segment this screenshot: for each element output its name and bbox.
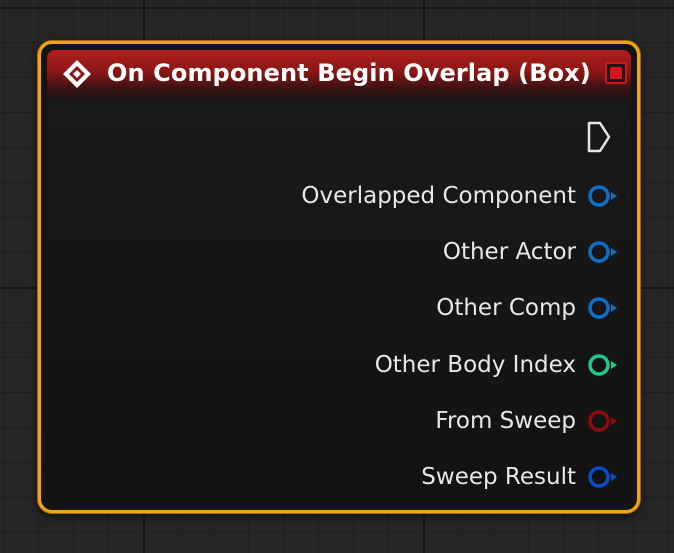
object-pin-icon[interactable] [586,183,620,209]
pin-label: Sweep Result [421,464,576,490]
struct-pin-icon[interactable] [586,464,620,490]
object-pin-icon[interactable] [586,295,620,321]
object-pin-icon[interactable] [586,239,620,265]
pin-row-other-body-index[interactable]: Other Body Index [375,350,620,380]
pin-label: From Sweep [435,408,576,434]
node-title: On Component Begin Overlap (Box) [107,59,591,87]
pin-row-from-sweep[interactable]: From Sweep [435,406,620,436]
exec-output-pin-icon[interactable] [586,120,612,154]
pin-row-other-actor[interactable]: Other Actor [443,237,620,267]
event-node-body: On Component Begin Overlap (Box) Overlap… [47,50,631,504]
boolean-pin-icon[interactable] [586,408,620,434]
delegate-pin-icon[interactable] [605,62,627,84]
pin-row-other-comp[interactable]: Other Comp [436,293,620,323]
event-diamond-icon [63,60,91,88]
pin-row-overlapped-component[interactable]: Overlapped Component [301,181,620,211]
node-header[interactable]: On Component Begin Overlap (Box) [47,50,631,98]
pin-label: Other Actor [442,239,576,265]
pin-label: Other Comp [436,295,576,321]
integer-pin-icon[interactable] [586,352,620,378]
pin-row-sweep-result[interactable]: Sweep Result [421,462,620,492]
event-node[interactable]: On Component Begin Overlap (Box) Overlap… [38,41,640,513]
pin-label: Overlapped Component [301,183,576,209]
pin-label: Other Body Index [374,352,576,378]
